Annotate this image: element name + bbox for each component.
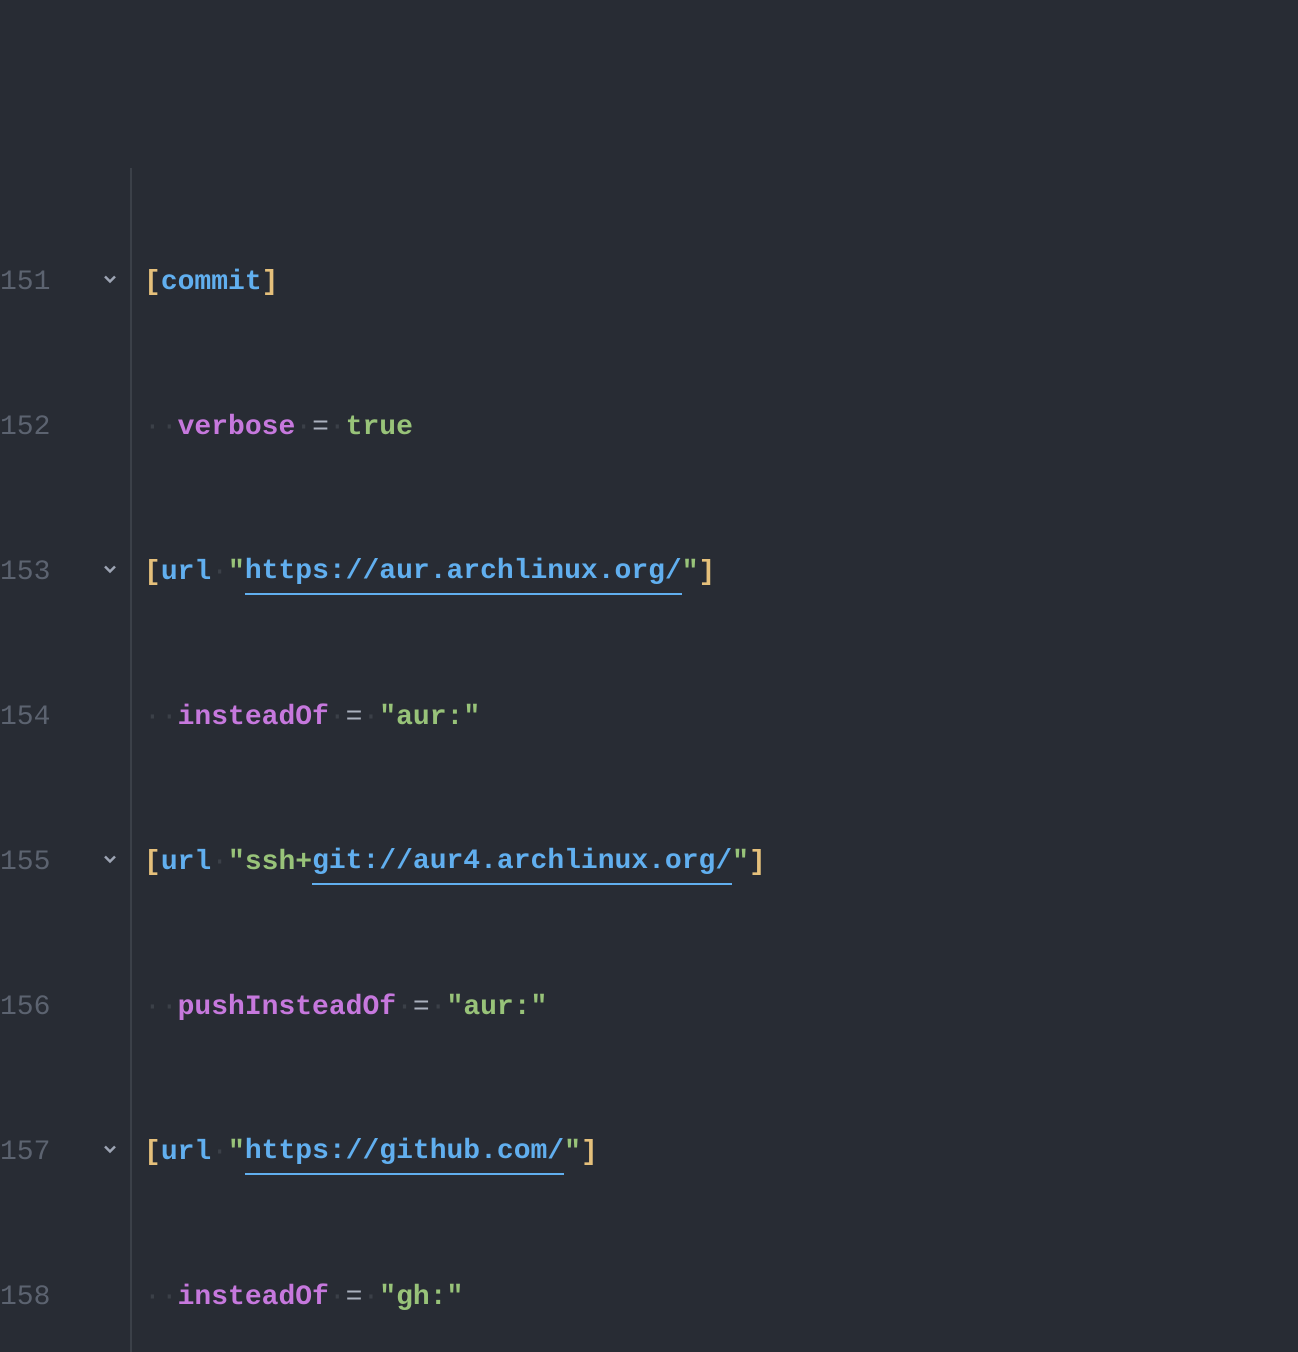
bracket-close: ] bbox=[581, 1132, 598, 1174]
url-prefix: ssh+ bbox=[245, 842, 312, 884]
code-editor[interactable]: 151 152 153 154 155 156 157 158 159 160 … bbox=[0, 168, 1298, 1352]
code-content[interactable]: [commit] ··verbose·=·true [url·"https://… bbox=[130, 168, 1298, 1352]
quote-open: " bbox=[228, 1132, 245, 1174]
whitespace-dot: · bbox=[329, 1277, 346, 1319]
quote-open: " bbox=[228, 842, 245, 884]
quote-close: " bbox=[463, 697, 480, 739]
whitespace-dot: · bbox=[161, 407, 178, 449]
whitespace-dot: · bbox=[144, 1277, 161, 1319]
whitespace-dot: · bbox=[161, 697, 178, 739]
code-line[interactable]: ··insteadOf·=·"gh:" bbox=[144, 1267, 1298, 1328]
code-line[interactable]: ··pushInsteadOf·=·"aur:" bbox=[144, 977, 1298, 1038]
whitespace-dot: · bbox=[396, 987, 413, 1029]
quote-close: " bbox=[531, 987, 548, 1029]
quote-close: " bbox=[564, 1132, 581, 1174]
url-link[interactable]: https://github.com/ bbox=[245, 1131, 564, 1175]
chevron-down-icon[interactable] bbox=[90, 842, 130, 884]
bracket-open: [ bbox=[144, 552, 161, 594]
config-value: aur: bbox=[463, 987, 530, 1029]
whitespace-dot: · bbox=[144, 407, 161, 449]
whitespace-dot: · bbox=[211, 1132, 228, 1174]
whitespace-dot: · bbox=[362, 697, 379, 739]
line-number: 155 bbox=[0, 842, 50, 884]
url-link[interactable]: git://aur4.archlinux.org/ bbox=[312, 841, 732, 885]
quote-close: " bbox=[682, 552, 699, 594]
bracket-open: [ bbox=[144, 842, 161, 884]
bracket-close: ] bbox=[749, 842, 766, 884]
equals-operator: = bbox=[346, 697, 363, 739]
config-key: insteadOf bbox=[178, 1277, 329, 1319]
line-number: 158 bbox=[0, 1277, 50, 1319]
quote-close: " bbox=[732, 842, 749, 884]
bracket-open: [ bbox=[144, 1132, 161, 1174]
section-name: url bbox=[161, 1132, 211, 1174]
code-line[interactable]: [commit] bbox=[144, 252, 1298, 313]
chevron-down-icon[interactable] bbox=[90, 1132, 130, 1174]
bracket-close: ] bbox=[262, 262, 279, 304]
section-name: url bbox=[161, 842, 211, 884]
quote-open: " bbox=[447, 987, 464, 1029]
config-key: insteadOf bbox=[178, 697, 329, 739]
whitespace-dot: · bbox=[144, 697, 161, 739]
bracket-open: [ bbox=[144, 262, 161, 304]
line-number: 153 bbox=[0, 552, 50, 594]
code-line[interactable]: [url·"https://aur.archlinux.org/"] bbox=[144, 542, 1298, 603]
code-line[interactable]: ··insteadOf·=·"aur:" bbox=[144, 687, 1298, 748]
config-value: gh: bbox=[396, 1277, 446, 1319]
whitespace-dot: · bbox=[295, 407, 312, 449]
quote-close: " bbox=[447, 1277, 464, 1319]
section-name: url bbox=[161, 552, 211, 594]
code-line[interactable]: [url·"ssh+git://aur4.archlinux.org/"] bbox=[144, 832, 1298, 893]
quote-open: " bbox=[379, 1277, 396, 1319]
bracket-close: ] bbox=[699, 552, 716, 594]
whitespace-dot: · bbox=[161, 987, 178, 1029]
code-line[interactable]: [url·"https://github.com/"] bbox=[144, 1122, 1298, 1183]
line-number: 152 bbox=[0, 407, 50, 449]
whitespace-dot: · bbox=[362, 1277, 379, 1319]
equals-operator: = bbox=[346, 1277, 363, 1319]
whitespace-dot: · bbox=[329, 407, 346, 449]
line-numbers-gutter: 151 152 153 154 155 156 157 158 159 160 … bbox=[0, 168, 90, 1352]
line-number: 154 bbox=[0, 697, 50, 739]
code-line[interactable]: ··verbose·=·true bbox=[144, 397, 1298, 458]
quote-open: " bbox=[379, 697, 396, 739]
quote-open: " bbox=[228, 552, 245, 594]
equals-operator: = bbox=[312, 407, 329, 449]
section-name: commit bbox=[161, 262, 262, 304]
equals-operator: = bbox=[413, 987, 430, 1029]
whitespace-dot: · bbox=[329, 697, 346, 739]
line-number: 157 bbox=[0, 1132, 50, 1174]
config-value: aur: bbox=[396, 697, 463, 739]
line-number: 156 bbox=[0, 987, 50, 1029]
whitespace-dot: · bbox=[144, 987, 161, 1029]
whitespace-dot: · bbox=[211, 842, 228, 884]
chevron-down-icon[interactable] bbox=[90, 552, 130, 594]
chevron-down-icon[interactable] bbox=[90, 262, 130, 304]
whitespace-dot: · bbox=[211, 552, 228, 594]
config-value: true bbox=[346, 407, 413, 449]
line-number: 151 bbox=[0, 262, 50, 304]
fold-gutter bbox=[90, 168, 130, 1352]
url-link[interactable]: https://aur.archlinux.org/ bbox=[245, 551, 682, 595]
whitespace-dot: · bbox=[161, 1277, 178, 1319]
config-key: verbose bbox=[178, 407, 296, 449]
whitespace-dot: · bbox=[430, 987, 447, 1029]
config-key: pushInsteadOf bbox=[178, 987, 396, 1029]
